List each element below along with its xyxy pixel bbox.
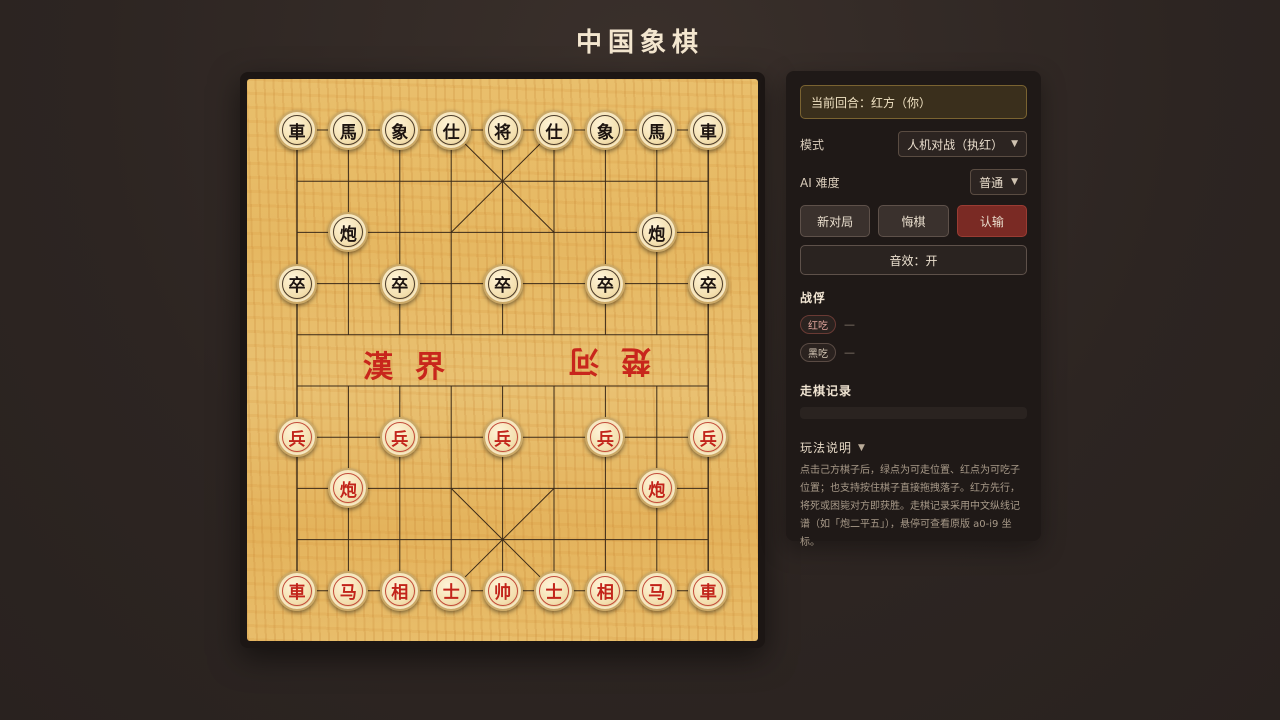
page-title: 中国象棋 — [575, 28, 704, 58]
piece-label: 象 — [384, 115, 415, 145]
red-horse-piece[interactable]: 马 — [636, 570, 677, 611]
piece-label: 車 — [693, 115, 724, 145]
red-elephant-piece[interactable]: 相 — [379, 570, 420, 611]
black-captured-label: 黑吃 — [800, 343, 836, 362]
black-soldier-piece[interactable]: 卒 — [688, 263, 729, 304]
black-chariot-piece[interactable]: 車 — [688, 110, 729, 150]
piece-label: 卒 — [693, 268, 724, 299]
piece-label: 兵 — [487, 422, 518, 453]
piece-label: 車 — [282, 575, 312, 606]
xiangqi-board[interactable]: 漢界 楚河 車馬象仕将仕象馬車炮炮卒卒卒卒卒兵兵兵兵兵炮炮車马相士帅士相马車 — [247, 79, 758, 641]
ai-difficulty-value: 普通 — [979, 175, 1004, 190]
piece-label: 兵 — [590, 422, 621, 453]
piece-label: 馬 — [333, 115, 364, 145]
red-soldier-piece[interactable]: 兵 — [585, 417, 626, 458]
mode-row: 模式 人机对战（执红） ▼ — [800, 131, 1027, 157]
black-horse-piece[interactable]: 馬 — [636, 110, 677, 150]
resign-button[interactable]: 认输 — [956, 205, 1027, 237]
howto-text: 点击己方棋子后，绿点为可走位置、红点为可吃子位置；也支持按住棋子直接拖拽落子。红… — [800, 465, 1020, 548]
red-soldier-piece[interactable]: 兵 — [482, 417, 523, 458]
piece-label: 仕 — [539, 115, 569, 145]
chevron-down-icon: ▼ — [1011, 139, 1018, 149]
piece-label: 帅 — [487, 575, 518, 606]
black-soldier-piece[interactable]: 卒 — [482, 263, 523, 304]
piece-label: 車 — [282, 115, 312, 145]
action-buttons: 新对局 悔棋 认输 — [800, 205, 1027, 237]
mode-select-value: 人机对战（执红） — [907, 137, 1004, 152]
black-soldier-piece[interactable]: 卒 — [277, 263, 317, 304]
piece-label: 将 — [487, 115, 518, 145]
piece-label: 兵 — [693, 422, 724, 453]
red-cannon-piece[interactable]: 炮 — [636, 468, 677, 509]
piece-label: 卒 — [282, 268, 312, 299]
turn-text: 当前回合：红方（你） — [811, 95, 932, 110]
mode-label: 模式 — [800, 137, 825, 152]
red-soldier-piece[interactable]: 兵 — [379, 417, 420, 458]
black-soldier-piece[interactable]: 卒 — [585, 263, 626, 304]
piece-label: 马 — [333, 575, 364, 606]
piece-label: 炮 — [333, 217, 364, 248]
piece-label: 卒 — [590, 268, 621, 299]
black-elephant-piece[interactable]: 象 — [379, 110, 420, 150]
black-soldier-piece[interactable]: 卒 — [379, 263, 420, 304]
control-panel: 当前回合：红方（你） 模式 人机对战（执红） ▼ AI 难度 普通 ▼ 新对局 … — [786, 71, 1041, 548]
howto-title: 玩法说明 — [800, 441, 853, 455]
ai-difficulty-row: AI 难度 普通 ▼ — [800, 169, 1027, 195]
turn-indicator: 当前回合：红方（你） — [800, 85, 1027, 119]
black-advisor-piece[interactable]: 仕 — [431, 110, 472, 150]
howto-toggle[interactable]: 玩法说明 ▼ — [800, 439, 1027, 456]
piece-label: 兵 — [384, 422, 415, 453]
black-general-piece[interactable]: 将 — [482, 110, 523, 150]
piece-label: 馬 — [641, 115, 672, 145]
piece-label: 象 — [590, 115, 621, 145]
red-captured-label: 红吃 — [800, 315, 836, 334]
piece-label: 炮 — [333, 473, 364, 504]
board-frame: 漢界 楚河 車馬象仕将仕象馬車炮炮卒卒卒卒卒兵兵兵兵兵炮炮車马相士帅士相马車 — [240, 72, 765, 648]
black-advisor-piece[interactable]: 仕 — [534, 110, 574, 150]
red-captured-row: 红吃 — — [800, 315, 1027, 334]
move-history-list[interactable] — [800, 407, 1027, 419]
triangle-down-icon: ▼ — [858, 442, 866, 453]
piece-label: 兵 — [282, 422, 312, 453]
chevron-down-icon: ▼ — [1011, 177, 1018, 187]
black-horse-piece[interactable]: 馬 — [328, 110, 369, 150]
piece-label: 相 — [384, 575, 415, 606]
ai-difficulty-label: AI 难度 — [800, 175, 840, 190]
red-chariot-piece[interactable]: 車 — [277, 570, 317, 611]
piece-label: 马 — [641, 575, 672, 606]
red-soldier-piece[interactable]: 兵 — [688, 417, 729, 458]
black-elephant-piece[interactable]: 象 — [585, 110, 626, 150]
red-captured-value: — — [844, 318, 855, 331]
sound-toggle-button[interactable]: 音效：开 — [800, 245, 1027, 275]
new-game-button[interactable]: 新对局 — [800, 205, 871, 237]
black-chariot-piece[interactable]: 車 — [277, 110, 317, 150]
piece-label: 卒 — [487, 268, 518, 299]
black-cannon-piece[interactable]: 炮 — [636, 212, 677, 253]
red-elephant-piece[interactable]: 相 — [585, 570, 626, 611]
piece-label: 卒 — [384, 268, 415, 299]
red-general-piece[interactable]: 帅 — [482, 570, 523, 611]
black-cannon-piece[interactable]: 炮 — [328, 212, 369, 253]
piece-layer: 車馬象仕将仕象馬車炮炮卒卒卒卒卒兵兵兵兵兵炮炮車马相士帅士相马車 — [247, 79, 758, 641]
red-cannon-piece[interactable]: 炮 — [328, 468, 369, 509]
mode-select[interactable]: 人机对战（执红） ▼ — [898, 131, 1027, 157]
piece-label: 炮 — [641, 473, 672, 504]
piece-label: 相 — [590, 575, 621, 606]
red-soldier-piece[interactable]: 兵 — [277, 417, 317, 458]
captured-title: 战俘 — [800, 291, 827, 305]
undo-button[interactable]: 悔棋 — [878, 205, 949, 237]
black-captured-value: — — [844, 346, 855, 359]
red-advisor-piece[interactable]: 士 — [534, 570, 574, 611]
piece-label: 炮 — [641, 217, 672, 248]
black-captured-row: 黑吃 — — [800, 343, 1027, 362]
piece-label: 車 — [693, 575, 724, 606]
piece-label: 士 — [539, 575, 569, 606]
piece-label: 士 — [436, 575, 467, 606]
move-history-title: 走棋记录 — [800, 384, 853, 398]
red-horse-piece[interactable]: 马 — [328, 570, 369, 611]
red-chariot-piece[interactable]: 車 — [688, 570, 729, 611]
ai-difficulty-select[interactable]: 普通 ▼ — [970, 169, 1027, 195]
piece-label: 仕 — [436, 115, 467, 145]
red-advisor-piece[interactable]: 士 — [431, 570, 472, 611]
